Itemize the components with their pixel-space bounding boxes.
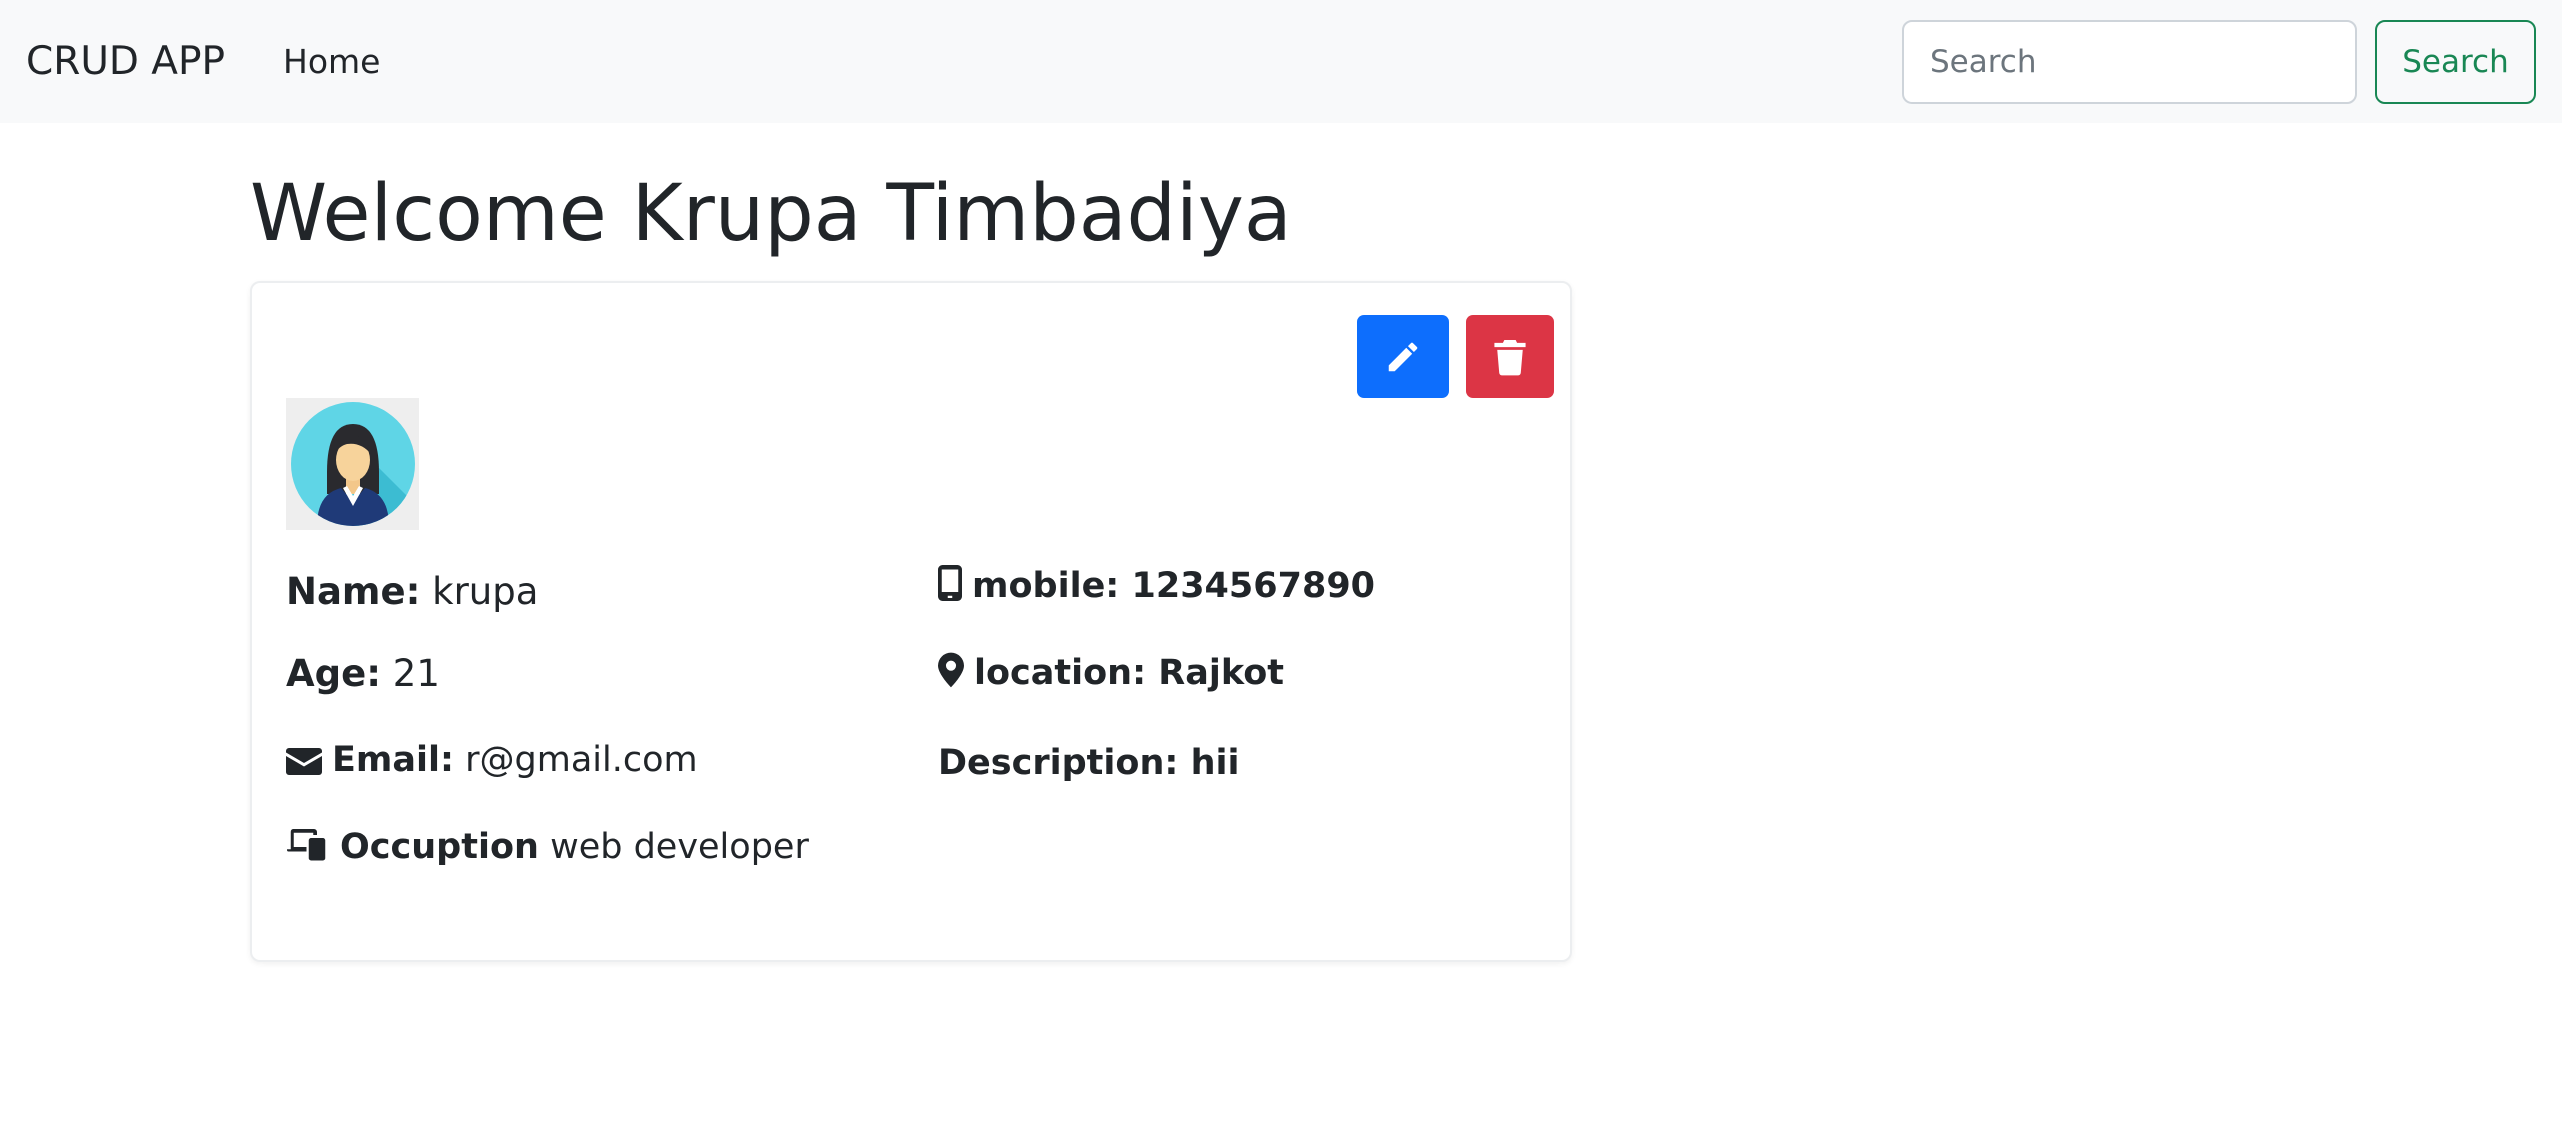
email-value: r@gmail.com <box>465 740 698 780</box>
laptop-mobile-icon <box>287 829 326 861</box>
description-label: Description: <box>938 743 1179 783</box>
delete-button[interactable] <box>1466 315 1554 398</box>
name-label: Name: <box>286 570 421 613</box>
mobile-phone-icon <box>938 565 962 601</box>
description-field: Description: hii <box>938 740 1239 786</box>
location-field: location: Rajkot <box>938 650 1284 696</box>
age-label: Age: <box>286 652 382 695</box>
search-input[interactable] <box>1902 20 2357 104</box>
occupation-value: web developer <box>550 827 809 867</box>
age-value: 21 <box>392 652 440 695</box>
map-pin-icon <box>938 652 964 688</box>
welcome-heading: Welcome Krupa Timbadiya <box>250 169 1292 259</box>
occupation-label: Occuption <box>340 827 539 867</box>
female-user-avatar-icon <box>291 402 415 526</box>
brand-logo-text[interactable]: CRUD APP <box>26 36 225 88</box>
mobile-label: mobile: <box>972 566 1120 606</box>
navbar: CRUD APP Home Search <box>0 0 2562 123</box>
mobile-field: mobile: 1234567890 <box>938 563 1375 609</box>
avatar <box>286 398 419 530</box>
location-value: Rajkot <box>1158 653 1284 693</box>
search-button[interactable]: Search <box>2375 20 2536 104</box>
pencil-icon <box>1388 342 1418 371</box>
name-value: krupa <box>432 570 539 613</box>
location-label: location: <box>974 653 1147 693</box>
occupation-field: Occuption web developer <box>286 824 809 870</box>
description-value: hii <box>1190 743 1240 783</box>
trash-icon <box>1494 339 1526 375</box>
email-label: Email: <box>332 740 454 780</box>
name-field: Name: krupa <box>286 569 538 615</box>
age-field: Age: 21 <box>286 651 440 697</box>
edit-button[interactable] <box>1357 315 1449 398</box>
mobile-value: 1234567890 <box>1131 566 1376 606</box>
envelope-icon <box>286 748 322 775</box>
nav-link-home[interactable]: Home <box>283 40 380 84</box>
email-field: Email: r@gmail.com <box>286 737 698 783</box>
